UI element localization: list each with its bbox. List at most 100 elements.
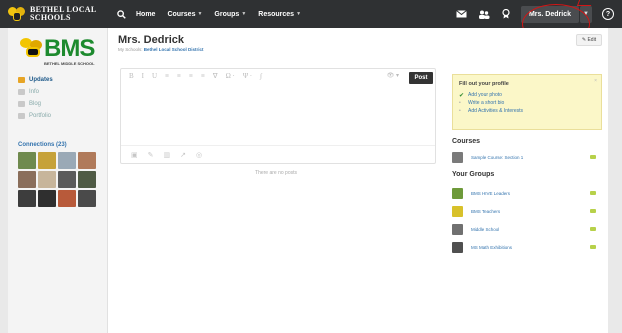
nav-home[interactable]: Home xyxy=(130,11,161,18)
toolbar-button[interactable]: U xyxy=(152,72,157,80)
group-label: BMS HIVE Leaders xyxy=(471,190,511,196)
attachment-tool-icon[interactable]: ▥ xyxy=(164,151,171,159)
toolbar-button[interactable]: ≡ xyxy=(201,72,205,80)
top-navigation-bar: BETHEL LOCAL SCHOOLS Home Courses ▼ Group… xyxy=(0,0,622,28)
profile-sidebar: BMS BETHEL MIDDLE SCHOOL Updates Info Bl… xyxy=(8,28,108,333)
profile-completion-title: Fill out your profile xyxy=(459,81,509,87)
school-logo-subtitle: BETHEL MIDDLE SCHOOL xyxy=(44,61,95,66)
connection-avatar[interactable] xyxy=(58,152,76,169)
post-editor[interactable]: B I U ≡ ≡ ≡ ≡ ∇ Ω · Ψ · ∫ ▣ ✎ ▥ ↗ ◎ 👁 ▾ Post xyxy=(120,68,436,164)
group-label: Middle School xyxy=(471,226,500,232)
sidebar-item-info[interactable]: Info xyxy=(18,86,106,98)
profile-completion-box: × Fill out your profile ✔ Add your photo… xyxy=(452,74,602,130)
connection-avatar[interactable] xyxy=(18,190,36,207)
profile-task-photo[interactable]: ✔ Add your photo xyxy=(459,91,595,99)
nav-resources[interactable]: Resources ▼ xyxy=(252,11,307,18)
profile-task-activities[interactable]: • Add Activities & Interests xyxy=(459,107,595,115)
nav-home-label: Home xyxy=(136,10,156,18)
course-item[interactable]: Sample Course: Section 1 xyxy=(452,150,602,164)
search-icon[interactable] xyxy=(112,0,130,28)
profile-schools: My Schools: Bethel Local School District xyxy=(118,47,204,52)
bee-logo-icon xyxy=(8,6,26,22)
profile-school-link[interactable]: Bethel Local School District xyxy=(144,47,204,52)
group-label: MS Math Exhibitions xyxy=(471,244,513,250)
connection-avatar[interactable] xyxy=(58,171,76,188)
group-thumbnail xyxy=(452,223,463,235)
nav-resources-label: Resources xyxy=(258,10,295,18)
chevron-down-icon: ▼ xyxy=(197,11,203,17)
checkmark-icon: ✔ xyxy=(459,92,465,99)
main-content: Mrs. Dedrick My Schools: Bethel Local Sc… xyxy=(116,28,446,333)
sidebar-item-label: Updates xyxy=(29,77,53,83)
sidebar-item-portfolio[interactable]: Portfolio xyxy=(18,110,106,122)
attachment-tool-icon[interactable]: ↗ xyxy=(180,151,186,159)
connection-avatar[interactable] xyxy=(58,190,76,207)
profile-task-label: Write a short bio xyxy=(468,100,505,106)
connection-avatar[interactable] xyxy=(38,152,56,169)
attachment-tool-icon[interactable]: ✎ xyxy=(148,151,154,159)
bullet-icon: • xyxy=(459,100,461,106)
toolbar-button[interactable]: ≡ xyxy=(189,72,193,80)
sidebar-item-updates[interactable]: Updates xyxy=(18,74,106,86)
group-item[interactable]: MS Math Exhibitions xyxy=(452,240,602,254)
close-icon[interactable]: × xyxy=(594,78,597,84)
profile-page: BMS BETHEL MIDDLE SCHOOL Updates Info Bl… xyxy=(8,28,608,333)
bullet-icon: • xyxy=(459,108,461,114)
connection-avatar[interactable] xyxy=(38,190,56,207)
empty-feed-message: There are no posts xyxy=(255,170,297,176)
connections-title[interactable]: Connections (23) xyxy=(18,142,67,148)
group-item[interactable]: Middle School xyxy=(452,222,602,236)
connection-avatar[interactable] xyxy=(18,171,36,188)
connection-avatar[interactable] xyxy=(38,171,56,188)
district-logo[interactable]: BETHEL LOCAL SCHOOLS xyxy=(0,0,112,28)
attachment-tool-icon[interactable]: ◎ xyxy=(196,151,202,159)
group-thumbnail xyxy=(452,187,463,199)
chevron-down-icon: ▼ xyxy=(241,11,247,17)
toolbar-button[interactable]: ∇ xyxy=(213,72,218,80)
sidebar-item-label: Blog xyxy=(29,101,42,107)
connection-avatar[interactable] xyxy=(78,152,96,169)
connection-avatar[interactable] xyxy=(78,171,96,188)
profile-name: Mrs. Dedrick xyxy=(118,34,185,46)
help-icon[interactable]: ? xyxy=(602,8,614,20)
connection-avatar[interactable] xyxy=(18,152,36,169)
notification-flag-icon xyxy=(590,227,596,231)
profile-task-bio[interactable]: • Write a short bio xyxy=(459,99,595,107)
group-thumbnail xyxy=(452,205,463,217)
connection-avatar[interactable] xyxy=(78,190,96,207)
group-item[interactable]: BMS HIVE Leaders xyxy=(452,186,602,200)
toolbar-button[interactable]: Ψ · xyxy=(243,72,252,80)
group-item[interactable]: BMS Teachers xyxy=(452,204,602,218)
user-menu-button[interactable]: Mrs. Dedrick xyxy=(520,5,579,23)
toolbar-button[interactable]: ∫ xyxy=(260,72,262,80)
post-button[interactable]: Post xyxy=(409,72,433,84)
nav-courses[interactable]: Courses ▼ xyxy=(161,11,208,18)
toolbar-button[interactable]: ≡ xyxy=(177,72,181,80)
chevron-down-icon[interactable]: ▼ xyxy=(580,5,592,23)
notification-flag-icon xyxy=(590,155,596,159)
profile-schools-prefix: My Schools: xyxy=(118,47,143,52)
edit-profile-button[interactable]: ✎ Edit xyxy=(576,34,602,46)
top-right-controls: Mrs. Dedrick ▼ ? xyxy=(451,0,622,28)
updates-icon xyxy=(18,77,25,83)
courses-title: Courses xyxy=(452,138,481,145)
toolbar-button[interactable]: Ω · xyxy=(226,72,235,80)
group-label: BMS Teachers xyxy=(471,208,501,214)
connections-icon[interactable] xyxy=(473,0,495,28)
right-column: ✎ Edit × Fill out your profile ✔ Add you… xyxy=(450,28,608,333)
chevron-down-icon: ▼ xyxy=(296,11,302,17)
nav-groups[interactable]: Groups ▼ xyxy=(208,11,252,18)
toolbar-button[interactable]: B xyxy=(129,72,134,80)
messages-icon[interactable] xyxy=(451,0,473,28)
toolbar-button[interactable]: ≡ xyxy=(165,72,169,80)
portfolio-icon xyxy=(18,113,25,119)
attachment-tool-icon[interactable]: ▣ xyxy=(131,151,138,159)
info-icon xyxy=(18,89,25,95)
sidebar-item-blog[interactable]: Blog xyxy=(18,98,106,110)
district-logo-text: BETHEL LOCAL SCHOOLS xyxy=(30,6,97,22)
course-label: Sample Course: Section 1 xyxy=(471,154,524,160)
toolbar-button[interactable]: I xyxy=(142,72,144,80)
notifications-icon[interactable] xyxy=(495,0,517,28)
bee-mascot-icon xyxy=(20,38,46,60)
visibility-icon[interactable]: 👁 ▾ xyxy=(387,72,399,79)
